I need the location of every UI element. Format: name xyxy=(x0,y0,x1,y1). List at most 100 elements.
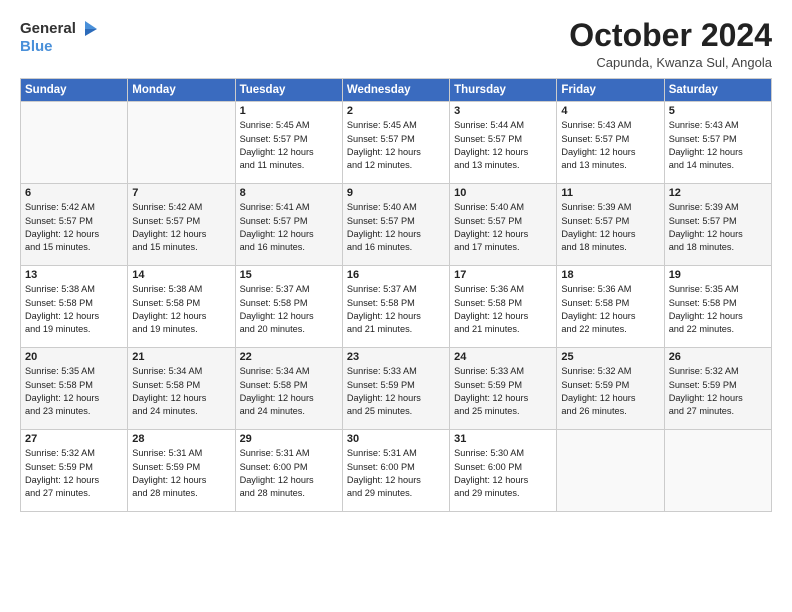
calendar-cell: 21 Sunrise: 5:34 AMSunset: 5:58 PMDayligh… xyxy=(128,348,235,430)
day-number: 13 xyxy=(25,269,123,281)
day-number: 11 xyxy=(561,187,659,199)
calendar-cell: 25Sunrise: 5:32 AMSunset: 5:59 PMDayligh… xyxy=(557,348,664,430)
day-info: Sunrise: 5:38 AMSunset: 5:58 PMDaylight:… xyxy=(25,283,123,336)
day-info: Sunrise: 5:35 AMSunset: 5:58 PMDaylight:… xyxy=(25,365,123,418)
header-monday: Monday xyxy=(128,79,235,102)
day-info: Sunrise: 5:37 AMSunset: 5:58 PMDaylight:… xyxy=(347,283,445,336)
calendar-cell xyxy=(21,102,128,184)
header-sunday: Sunday xyxy=(21,79,128,102)
calendar-cell: 23 Sunrise: 5:33 AMSunset: 5:59 PMDayligh… xyxy=(342,348,449,430)
day-number: 17 xyxy=(454,269,552,281)
day-number: 20 xyxy=(25,351,123,363)
header-wednesday: Wednesday xyxy=(342,79,449,102)
day-info: Sunrise: 5:45 AMSunset: 5:57 PMDaylight:… xyxy=(347,119,445,172)
calendar-cell: 14 Sunrise: 5:38 AMSunset: 5:58 PMDayligh… xyxy=(128,266,235,348)
day-info: Sunrise: 5:41 AMSunset: 5:57 PMDaylight:… xyxy=(240,201,338,254)
day-number: 5 xyxy=(669,105,767,117)
day-info: Sunrise: 5:44 AMSunset: 5:57 PMDaylight:… xyxy=(454,119,552,172)
calendar-cell xyxy=(557,430,664,512)
day-number: 21 xyxy=(132,351,230,363)
calendar-week-3: 13 Sunrise: 5:38 AMSunset: 5:58 PMDayligh… xyxy=(21,266,772,348)
calendar-table: Sunday Monday Tuesday Wednesday Thursday… xyxy=(20,78,772,512)
calendar-cell: 19 Sunrise: 5:35 AMSunset: 5:58 PMDayligh… xyxy=(664,266,771,348)
day-info: Sunrise: 5:37 AMSunset: 5:58 PMDaylight:… xyxy=(240,283,338,336)
calendar-week-2: 6 Sunrise: 5:42 AMSunset: 5:57 PMDaylight… xyxy=(21,184,772,266)
calendar-cell: 13 Sunrise: 5:38 AMSunset: 5:58 PMDayligh… xyxy=(21,266,128,348)
day-number: 30 xyxy=(347,433,445,445)
calendar-cell: 3 Sunrise: 5:44 AMSunset: 5:57 PMDaylight… xyxy=(450,102,557,184)
calendar-cell: 29 Sunrise: 5:31 AMSunset: 6:00 PMDayligh… xyxy=(235,430,342,512)
page-header: General Blue October 2024 Capunda, Kwanz… xyxy=(20,18,772,70)
day-number: 15 xyxy=(240,269,338,281)
calendar-cell: 22Sunrise: 5:34 AMSunset: 5:58 PMDayligh… xyxy=(235,348,342,430)
weekday-header-row: Sunday Monday Tuesday Wednesday Thursday… xyxy=(21,79,772,102)
calendar-cell: 17 Sunrise: 5:36 AMSunset: 5:58 PMDayligh… xyxy=(450,266,557,348)
calendar-cell: 11 Sunrise: 5:39 AMSunset: 5:57 PMDayligh… xyxy=(557,184,664,266)
logo-blue: Blue xyxy=(20,38,99,55)
calendar-cell: 28 Sunrise: 5:31 AMSunset: 5:59 PMDayligh… xyxy=(128,430,235,512)
calendar-week-4: 20 Sunrise: 5:35 AMSunset: 5:58 PMDayligh… xyxy=(21,348,772,430)
day-number: 1 xyxy=(240,105,338,117)
day-number: 19 xyxy=(669,269,767,281)
calendar-cell: 9Sunrise: 5:40 AMSunset: 5:57 PMDaylight… xyxy=(342,184,449,266)
day-number: 2 xyxy=(347,105,445,117)
day-info: Sunrise: 5:33 AMSunset: 5:59 PMDaylight:… xyxy=(347,365,445,418)
day-info: Sunrise: 5:42 AMSunset: 5:57 PMDaylight:… xyxy=(132,201,230,254)
calendar-cell: 5Sunrise: 5:43 AMSunset: 5:57 PMDaylight… xyxy=(664,102,771,184)
day-info: Sunrise: 5:40 AMSunset: 5:57 PMDaylight:… xyxy=(347,201,445,254)
day-info: Sunrise: 5:32 AMSunset: 5:59 PMDaylight:… xyxy=(25,447,123,500)
calendar-week-1: 1 Sunrise: 5:45 AMSunset: 5:57 PMDaylight… xyxy=(21,102,772,184)
day-info: Sunrise: 5:39 AMSunset: 5:57 PMDaylight:… xyxy=(669,201,767,254)
day-info: Sunrise: 5:31 AMSunset: 5:59 PMDaylight:… xyxy=(132,447,230,500)
day-number: 14 xyxy=(132,269,230,281)
calendar-cell: 1Sunrise: 5:45 AMSunset: 5:57 PMDaylight… xyxy=(235,102,342,184)
calendar-cell: 26 Sunrise: 5:32 AMSunset: 5:59 PMDayligh… xyxy=(664,348,771,430)
day-info: Sunrise: 5:39 AMSunset: 5:57 PMDaylight:… xyxy=(561,201,659,254)
calendar-cell: 12 Sunrise: 5:39 AMSunset: 5:57 PMDayligh… xyxy=(664,184,771,266)
day-number: 29 xyxy=(240,433,338,445)
day-info: Sunrise: 5:30 AMSunset: 6:00 PMDaylight:… xyxy=(454,447,552,500)
logo: General Blue xyxy=(20,18,99,55)
day-number: 6 xyxy=(25,187,123,199)
day-number: 4 xyxy=(561,105,659,117)
day-info: Sunrise: 5:42 AMSunset: 5:57 PMDaylight:… xyxy=(25,201,123,254)
day-number: 26 xyxy=(669,351,767,363)
day-number: 28 xyxy=(132,433,230,445)
day-number: 18 xyxy=(561,269,659,281)
calendar-cell: 8Sunrise: 5:41 AMSunset: 5:57 PMDaylight… xyxy=(235,184,342,266)
calendar-cell: 6 Sunrise: 5:42 AMSunset: 5:57 PMDaylight… xyxy=(21,184,128,266)
day-number: 27 xyxy=(25,433,123,445)
day-info: Sunrise: 5:34 AMSunset: 5:58 PMDaylight:… xyxy=(132,365,230,418)
day-number: 23 xyxy=(347,351,445,363)
day-number: 16 xyxy=(347,269,445,281)
calendar-cell: 7 Sunrise: 5:42 AMSunset: 5:57 PMDaylight… xyxy=(128,184,235,266)
day-info: Sunrise: 5:35 AMSunset: 5:58 PMDaylight:… xyxy=(669,283,767,336)
day-number: 24 xyxy=(454,351,552,363)
day-info: Sunrise: 5:36 AMSunset: 5:58 PMDaylight:… xyxy=(454,283,552,336)
calendar-cell: 2 Sunrise: 5:45 AMSunset: 5:57 PMDaylight… xyxy=(342,102,449,184)
calendar-cell: 31Sunrise: 5:30 AMSunset: 6:00 PMDayligh… xyxy=(450,430,557,512)
day-number: 12 xyxy=(669,187,767,199)
day-number: 7 xyxy=(132,187,230,199)
day-number: 25 xyxy=(561,351,659,363)
header-saturday: Saturday xyxy=(664,79,771,102)
logo-icon xyxy=(77,18,99,40)
location: Capunda, Kwanza Sul, Angola xyxy=(569,55,772,70)
calendar-cell: 24 Sunrise: 5:33 AMSunset: 5:59 PMDayligh… xyxy=(450,348,557,430)
calendar-cell: 30Sunrise: 5:31 AMSunset: 6:00 PMDayligh… xyxy=(342,430,449,512)
calendar-cell xyxy=(664,430,771,512)
day-info: Sunrise: 5:36 AMSunset: 5:58 PMDaylight:… xyxy=(561,283,659,336)
calendar-cell: 4Sunrise: 5:43 AMSunset: 5:57 PMDaylight… xyxy=(557,102,664,184)
month-title: October 2024 xyxy=(569,18,772,53)
logo-text: General xyxy=(20,18,99,40)
day-info: Sunrise: 5:32 AMSunset: 5:59 PMDaylight:… xyxy=(669,365,767,418)
title-block: October 2024 Capunda, Kwanza Sul, Angola xyxy=(569,18,772,70)
calendar-cell xyxy=(128,102,235,184)
calendar-cell: 16 Sunrise: 5:37 AMSunset: 5:58 PMDayligh… xyxy=(342,266,449,348)
day-number: 3 xyxy=(454,105,552,117)
calendar-cell: 20 Sunrise: 5:35 AMSunset: 5:58 PMDayligh… xyxy=(21,348,128,430)
day-info: Sunrise: 5:33 AMSunset: 5:59 PMDaylight:… xyxy=(454,365,552,418)
day-number: 10 xyxy=(454,187,552,199)
day-info: Sunrise: 5:38 AMSunset: 5:58 PMDaylight:… xyxy=(132,283,230,336)
day-info: Sunrise: 5:31 AMSunset: 6:00 PMDaylight:… xyxy=(240,447,338,500)
